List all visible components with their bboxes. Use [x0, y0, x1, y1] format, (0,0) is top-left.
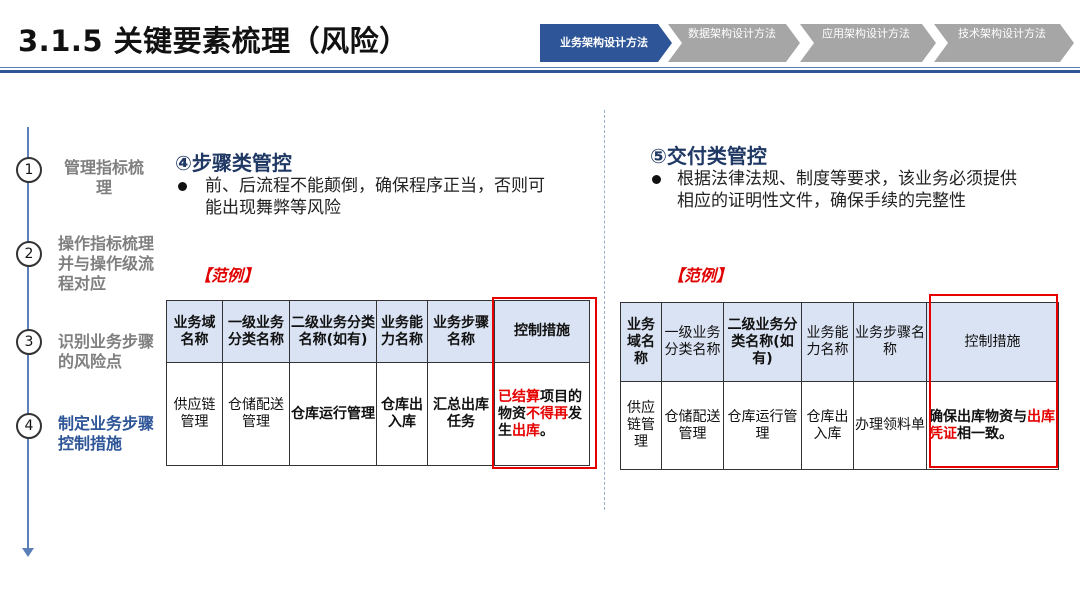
section-divider — [604, 110, 605, 510]
column-header: 二级业务分类名称(如有) — [289, 300, 377, 363]
table-cell: 汇总出库任务 — [427, 362, 495, 466]
bullet-dot — [652, 175, 661, 184]
crumb-label: 应用架构设计方法 — [822, 27, 910, 40]
column-header: 一级业务分类名称 — [222, 300, 290, 363]
header-rule-thin — [0, 67, 1080, 68]
crumb-label: 数据架构设计方法 — [688, 27, 776, 40]
step-label-2: 操作指标梳理并与操作级流程对应 — [58, 234, 155, 293]
table-cell: 仓储配送管理 — [222, 362, 290, 466]
column-header: 业务能力名称 — [801, 302, 854, 382]
highlight-frame — [929, 294, 1058, 468]
column-header: 二级业务分类名称(如有) — [723, 302, 802, 382]
page-title: 3.1.5 关键要素梳理（风险） — [18, 24, 409, 58]
crumb-application-architecture[interactable]: 应用架构设计方法 — [800, 24, 936, 62]
step-label-4: 制定业务步骤控制措施 — [58, 414, 155, 453]
column-header: 业务域名称 — [166, 300, 223, 363]
step-label-3: 识别业务步骤的风险点 — [58, 332, 155, 371]
table-cell: 供应链管理 — [166, 362, 223, 466]
header-rule-thick — [0, 70, 1080, 73]
section-title-delivery-control: ⑤交付类管控 — [650, 144, 767, 168]
column-header: 业务步骤名称 — [853, 302, 927, 382]
step-label-1: 管理指标梳理 — [63, 158, 144, 197]
table-cell: 仓库出入库 — [376, 362, 428, 466]
table-cell: 仓储配送管理 — [661, 381, 724, 470]
table-cell: 仓库运行管理 — [723, 381, 802, 470]
table-cell: 办理领料单 — [853, 381, 927, 470]
section-title-step-control: ④步骤类管控 — [175, 151, 292, 175]
step-number-2: 2 — [16, 241, 42, 267]
crumb-label: 技术架构设计方法 — [958, 27, 1046, 40]
bullet-dot — [178, 182, 187, 191]
example-label: 【范例】 — [668, 266, 733, 285]
timeline-arrow-icon — [22, 548, 34, 557]
step-number-4: 4 — [16, 413, 42, 439]
table-cell: 仓库出入库 — [801, 381, 854, 470]
step-control-description: 前、后流程不能颠倒，确保程序正当，否则可能出现舞弊等风险 — [205, 176, 545, 218]
column-header: 业务能力名称 — [376, 300, 428, 363]
crumb-label: 业务架构设计方法 — [560, 36, 648, 49]
crumb-business-architecture[interactable]: 业务架构设计方法 — [540, 24, 672, 62]
table-cell: 供应链管理 — [620, 381, 662, 470]
step-number-3: 3 — [16, 329, 42, 355]
table-cell: 仓库运行管理 — [289, 362, 377, 466]
crumb-technology-architecture[interactable]: 技术架构设计方法 — [934, 24, 1074, 62]
column-header: 一级业务分类名称 — [661, 302, 724, 382]
step-number-1: 1 — [16, 157, 42, 183]
column-header: 业务步骤名称 — [427, 300, 495, 363]
crumb-data-architecture[interactable]: 数据架构设计方法 — [668, 24, 800, 62]
example-label: 【范例】 — [195, 266, 260, 285]
highlight-frame — [492, 297, 597, 469]
column-header: 业务域名称 — [620, 302, 662, 382]
delivery-control-description: 根据法律法规、制度等要求，该业务必须提供相应的证明性文件，确保手续的完整性 — [677, 169, 1017, 211]
